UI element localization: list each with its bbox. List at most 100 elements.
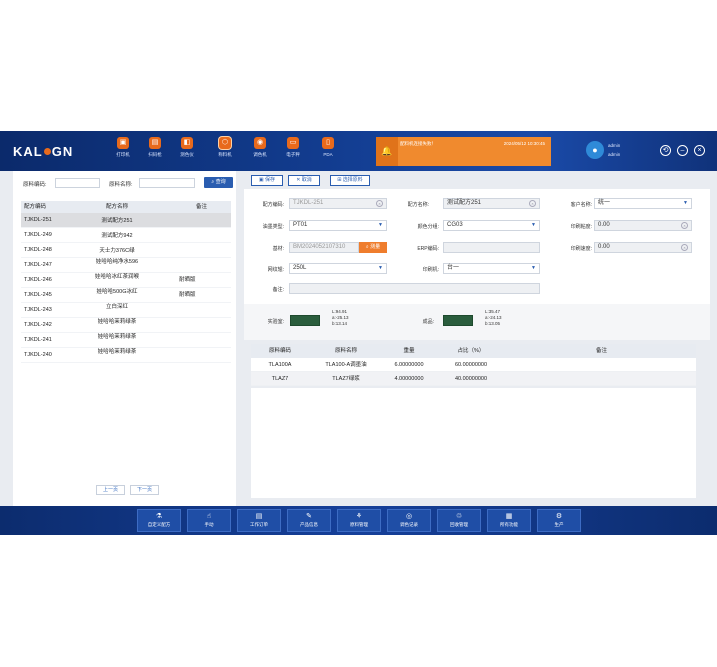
material-row[interactable]: TLAZ7 TLAZ7绿浆 4.00000000 40.00000000 — [251, 372, 696, 386]
minimize-icon[interactable]: – — [677, 145, 688, 156]
nav-tinting-machine[interactable]: ◉ 调色机 — [245, 137, 275, 158]
record-icon: ◎ — [405, 513, 413, 520]
recipe-code-field[interactable]: TJKDL-251 × — [289, 198, 387, 209]
measure-button[interactable]: ⌕ 测量 — [359, 242, 387, 253]
print-speed-field[interactable]: 0.00 × — [594, 242, 692, 253]
recipe-row[interactable]: TJKDL-241 娃哈哈茉莉绿茶 — [21, 333, 231, 348]
recipe-form: 配方编码: TJKDL-251 × 配方名称: 测试配方251 × 客户名称: 统一… — [244, 189, 710, 304]
ink-type-select[interactable]: PT01 ▼ — [289, 220, 387, 231]
nav-dispenser[interactable]: ⬡ 称料机 — [210, 137, 240, 158]
remark-field[interactable] — [289, 283, 540, 294]
remark-label: 备注: — [272, 287, 284, 293]
substrate-label: 基材: — [272, 246, 284, 252]
material-table: 原料编码 原料名称 重量 占比（%） 备注 TLA100A TLA100-A调墨… — [251, 344, 696, 386]
chevron-down-icon: ▼ — [531, 265, 536, 271]
manual-button[interactable]: ☝ 手动 — [187, 509, 231, 532]
product-info-button[interactable]: ✎ 产品信息 — [287, 509, 331, 532]
cancel-button[interactable]: ✕ 取消 — [288, 175, 320, 186]
close-icon[interactable]: × — [694, 145, 705, 156]
product-icon: ✎ — [306, 513, 312, 520]
pda-icon: ▯ — [322, 137, 334, 149]
material-code-input[interactable] — [55, 178, 100, 188]
user-avatar-icon: ● — [586, 141, 604, 159]
select-material-button[interactable]: ⊞ 选择原料 — [330, 175, 370, 186]
brand-logo: KAL GN — [13, 144, 74, 159]
production-icon: ⚙ — [555, 513, 563, 520]
customer-select[interactable]: 统一 ▼ — [594, 198, 692, 209]
recipe-row[interactable]: TJKDL-248 天士力376C绿 — [21, 243, 231, 258]
recipe-code-label: 配方编码: — [262, 202, 284, 208]
notice-message: 配料机连接失败！ — [400, 141, 436, 146]
color-measurement-panel: 实验室: L:94.91 a:-25.13 b:13.14 成品: L:35.47 a… — [244, 304, 710, 340]
material-name-input[interactable] — [139, 178, 195, 188]
nav-colorimeter[interactable]: ◧ 测色仪 — [172, 137, 202, 158]
chevron-down-icon: ▼ — [378, 222, 383, 228]
nav-printer[interactable]: ▣ 打印机 — [108, 137, 138, 158]
colorimeter-icon: ◧ — [181, 137, 193, 149]
chevron-down-icon: ▼ — [531, 222, 536, 228]
user-role: admin — [608, 152, 621, 157]
grid-icon: ▦ — [505, 513, 513, 520]
recipe-row[interactable]: TJKDL-247 娃哈哈纯净水596 — [21, 258, 231, 273]
recipe-table: 配方编码 配方名称 备注 TJKDL-251 测试配方251 TJKDL-249 测… — [21, 201, 231, 363]
material-row[interactable]: TLA100A TLA100-A调墨油 6.00000000 60.000000… — [251, 358, 696, 372]
recipe-table-header: 配方编码 配方名称 备注 — [21, 201, 231, 213]
customer-label: 客户名称: — [570, 202, 592, 208]
query-button[interactable]: ⌕ 查询 — [204, 177, 233, 188]
production-button[interactable]: ⚙ 生产 — [537, 509, 581, 532]
recipe-row[interactable]: TJKDL-245 娃哈哈500G冰红 耐晒版 — [21, 288, 231, 303]
recipe-name-field[interactable]: 测试配方251 × — [443, 198, 540, 209]
chevron-down-icon: ▼ — [378, 265, 383, 271]
all-functions-button[interactable]: ▦ 所有功能 — [487, 509, 531, 532]
clear-icon: × — [681, 222, 688, 229]
print-viscosity-label: 印刷粘度: — [570, 224, 592, 230]
scanner-icon: ▤ — [149, 137, 161, 149]
printer-select[interactable]: 台一 ▼ — [443, 263, 540, 274]
nav-pda[interactable]: ▯ PDA — [313, 137, 343, 157]
alarm-notice[interactable]: 🔔 配料机连接失败！ 2024/05/12 10:30:45 — [376, 137, 551, 166]
custom-recipe-button[interactable]: ⚗ 自定义配方 — [137, 509, 181, 532]
color-group-select[interactable]: CG03 ▼ — [443, 220, 540, 231]
recipe-row[interactable]: TJKDL-251 测试配方251 — [21, 213, 231, 228]
substrate-field[interactable]: BM2024052107310 — [289, 242, 359, 253]
tinting-record-button[interactable]: ◎ 调色记录 — [387, 509, 431, 532]
product-swatch — [443, 315, 473, 326]
prev-page-button[interactable]: 上一页 — [96, 485, 125, 495]
printer-icon: ▣ — [117, 137, 129, 149]
anilox-select[interactable]: 250L ▼ — [289, 263, 387, 274]
app-window: KAL GN ▣ 打印机 ▤ 扫码枪 ◧ 测色仪 ⬡ 称料机 ◉ 调色机 ▭ 电子秤 ▯ PDA… — [0, 131, 717, 535]
save-button[interactable]: ▣ 保存 — [251, 175, 283, 186]
recycle-icon: ♲ — [455, 513, 463, 520]
work-order-button[interactable]: ▤ 工作订单 — [237, 509, 281, 532]
tinting-machine-icon: ◉ — [254, 137, 266, 149]
notice-time: 2024/05/12 10:30:45 — [503, 141, 545, 146]
clear-icon: × — [529, 200, 536, 207]
ink-type-label: 油墨类型: — [262, 224, 284, 230]
lab-sample-swatch — [290, 315, 320, 326]
chevron-down-icon: ▼ — [683, 200, 688, 206]
recipe-row[interactable]: TJKDL-240 娃哈哈茉莉绿茶 — [21, 348, 231, 363]
print-viscosity-field[interactable]: 0.00 × — [594, 220, 692, 231]
material-table-empty-area — [251, 388, 696, 498]
recipe-list-panel: 原料编码: 原料名称: ⌕ 查询 配方编码 配方名称 备注 TJKDL-251 测… — [13, 171, 236, 506]
recipe-row[interactable]: TJKDL-249 测试配方942 — [21, 228, 231, 243]
recipe-row[interactable]: TJKDL-242 娃哈哈茉莉绿茶 — [21, 318, 231, 333]
next-page-button[interactable]: 下一页 — [130, 485, 159, 495]
lab-sample-label: 实验室: — [267, 319, 284, 325]
erp-code-field[interactable] — [443, 242, 540, 253]
user-panel[interactable]: ● admin admin — [584, 139, 644, 163]
top-header: KAL GN ▣ 打印机 ▤ 扫码枪 ◧ 测色仪 ⬡ 称料机 ◉ 调色机 ▭ 电子秤 ▯ PDA… — [0, 131, 717, 171]
order-icon: ▤ — [255, 513, 263, 520]
material-management-button[interactable]: ⚘ 原料管理 — [337, 509, 381, 532]
nav-scale[interactable]: ▭ 电子秤 — [278, 137, 308, 158]
recipe-row[interactable]: TJKDL-246 娃哈哈冰红茶润喉 耐晒版 — [21, 273, 231, 288]
lab-sample-values: L:94.91 a:-25.13 b:13.14 — [332, 309, 349, 326]
nav-scanner[interactable]: ▤ 扫码枪 — [140, 137, 170, 158]
flask-icon: ⚗ — [155, 513, 163, 520]
settings-circle-icon[interactable]: ⟲ — [660, 145, 671, 156]
material-icon: ⚘ — [355, 513, 363, 520]
recipe-row[interactable]: TJKDL-243 立白深红 — [21, 303, 231, 318]
recycle-management-button[interactable]: ♲ 回收管理 — [437, 509, 481, 532]
recipe-name-label: 配方名称: — [407, 202, 429, 208]
product-label: 成品: — [422, 319, 434, 325]
